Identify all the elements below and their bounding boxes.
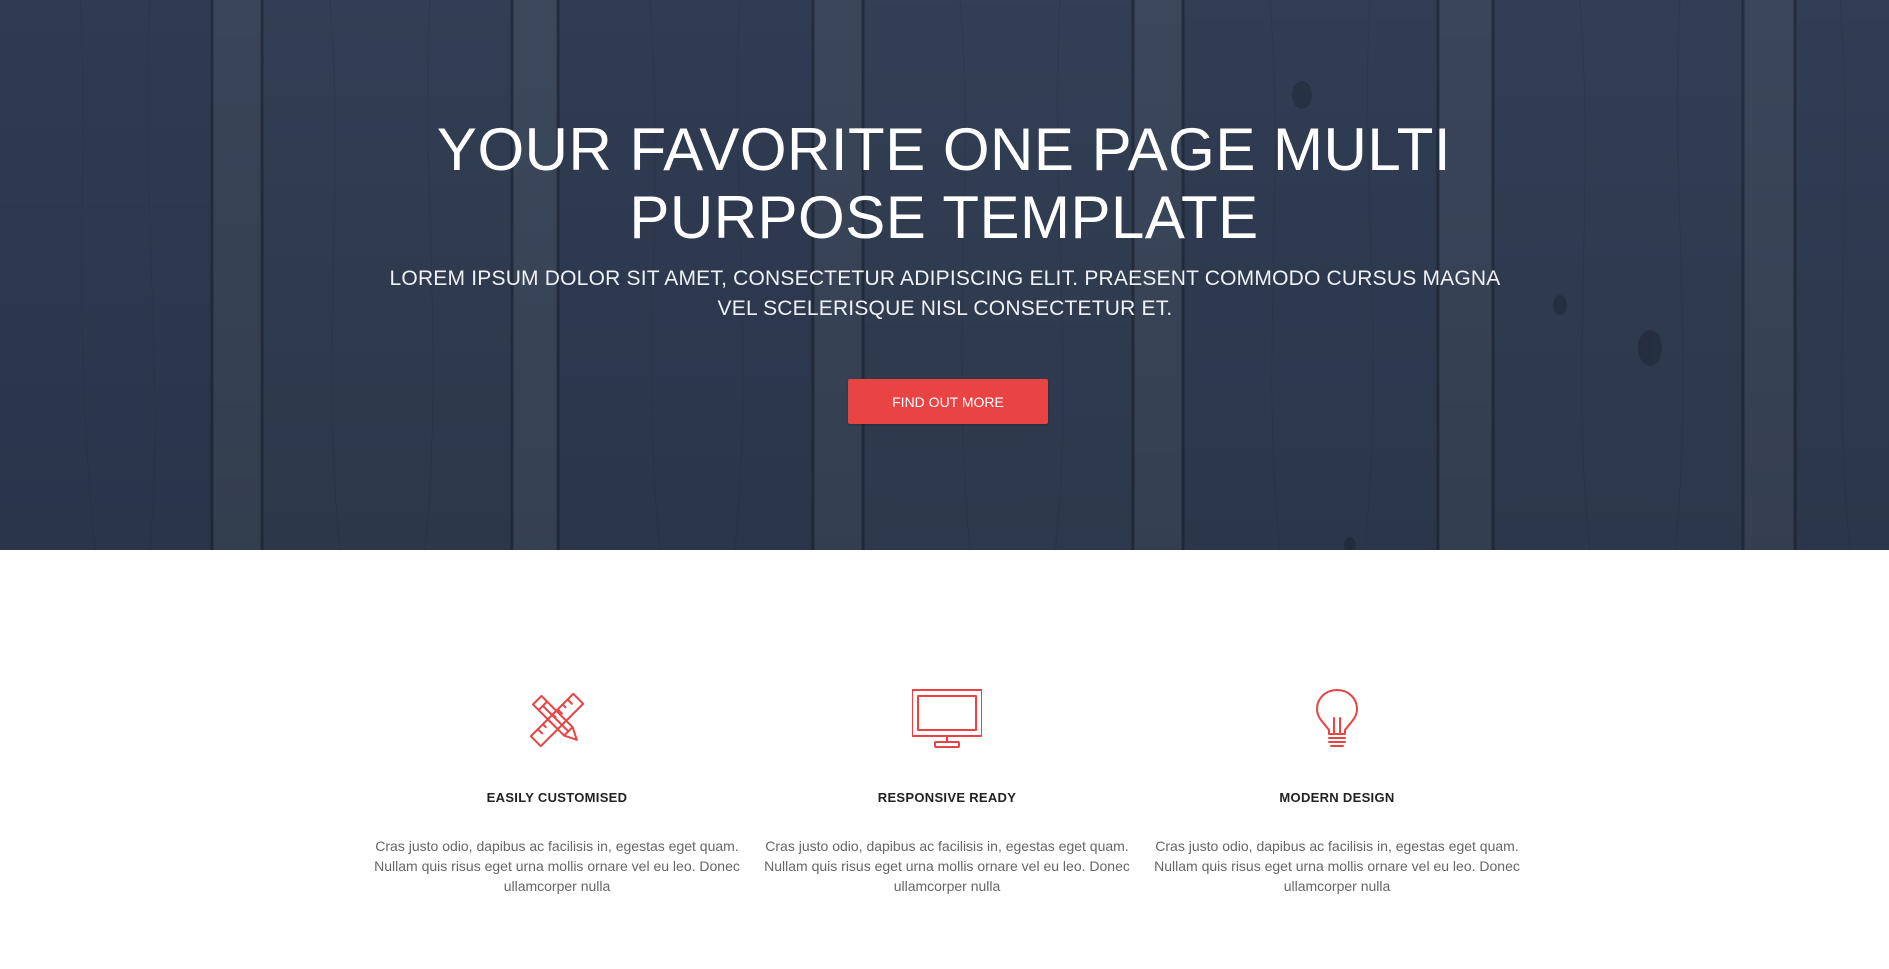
hero-title: YOUR FAVORITE ONE PAGE MULTI PURPOSE TEM… bbox=[436, 116, 1452, 251]
feature-description: Cras justo odio, dapibus ac facilisis in… bbox=[374, 838, 740, 894]
feature-title: RESPONSIVE READY bbox=[877, 790, 1017, 805]
feature-title: MODERN DESIGN bbox=[1279, 790, 1395, 805]
feature-title: EASILY CUSTOMISED bbox=[486, 790, 628, 805]
find-out-more-button[interactable]: FIND OUT MORE bbox=[848, 379, 1048, 424]
pencil-ruler-icon bbox=[529, 692, 585, 748]
feature-description: Cras justo odio, dapibus ac facilisis in… bbox=[1154, 838, 1520, 894]
hero-subtitle: LOREM IPSUM DOLOR SIT AMET, CONSECTETUR … bbox=[389, 267, 1501, 320]
features-section: EASILY CUSTOMISED Cras justo odio, dapib… bbox=[0, 550, 1889, 969]
monitor-icon bbox=[912, 689, 982, 748]
hero-section: YOUR FAVORITE ONE PAGE MULTI PURPOSE TEM… bbox=[0, 0, 1889, 550]
hero-content: YOUR FAVORITE ONE PAGE MULTI PURPOSE TEM… bbox=[0, 0, 1889, 550]
lightbulb-icon bbox=[1316, 689, 1358, 747]
feature-description: Cras justo odio, dapibus ac facilisis in… bbox=[764, 838, 1130, 894]
